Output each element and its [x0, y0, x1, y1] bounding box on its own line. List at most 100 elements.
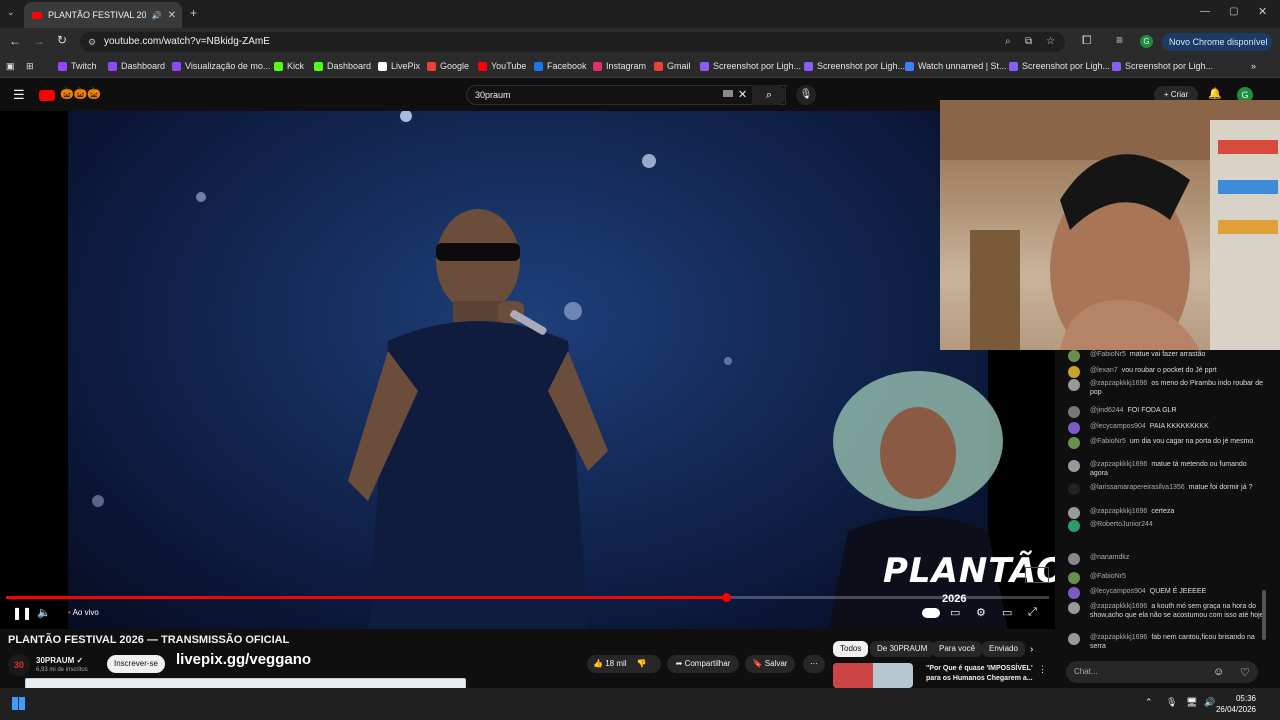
chat-message[interactable]: @FabioNr5 um dia vou cagar na porta do jé…	[1068, 437, 1264, 449]
chat-message[interactable]: @larissamarapereirasilva1356 matue foi do…	[1068, 483, 1264, 495]
bookmark-item[interactable]: Gmail	[654, 61, 691, 71]
minimize-icon[interactable]: —	[1200, 6, 1210, 17]
chat-message[interactable]: @FabioNr5 matue vai fazer arrastão	[1068, 350, 1264, 362]
chat-message[interactable]: @zapzapkkkj1696 certeza	[1068, 507, 1264, 519]
chat-message[interactable]: @FabioNr5	[1068, 572, 1264, 584]
address-bar[interactable]: ⚙ youtube.com/watch?v=NBkidg-ZAmE ⌕ ⧉ ☆	[80, 32, 1065, 52]
chat-username[interactable]: @lecycampos904	[1090, 588, 1146, 595]
tray-mic-icon[interactable]: 🎙	[1166, 697, 1177, 708]
chat-avatar[interactable]	[1068, 422, 1080, 434]
zoom-search-icon[interactable]: ⌕	[1005, 32, 1011, 52]
video-player[interactable]: PLANTÃO 2026 ❚❚ 🔈 • Ao vivo ▭ ⚙ ▭ ⤢	[0, 111, 1055, 629]
chat-message[interactable]: @lecycampos904 QUEM É JEEEEE	[1068, 587, 1264, 599]
chat-message[interactable]: @lecycampos904 PAIA KKKKKKKKK	[1068, 422, 1264, 434]
save-button[interactable]: 🔖 Salvar	[745, 655, 795, 673]
chat-username[interactable]: @zapzapkkkj1696	[1090, 461, 1147, 468]
bookmark-item[interactable]: Watch unnamed | St...	[905, 61, 1007, 71]
chrome-update-button[interactable]: Novo Chrome disponível⋮	[1162, 33, 1272, 65]
filter-chip[interactable]: De 30PRAUM	[870, 641, 935, 657]
tab-list-icon[interactable]: ⌄	[7, 7, 15, 18]
chat-username[interactable]: @lecycampos904	[1090, 423, 1146, 430]
new-tab-icon[interactable]: +	[190, 6, 197, 20]
autoplay-toggle[interactable]	[922, 608, 940, 618]
settings-gear-icon[interactable]: ⚙	[976, 606, 986, 619]
chat-username[interactable]: @zapzapkkkj1696	[1090, 380, 1147, 387]
extensions-icon[interactable]: ⧠	[1082, 33, 1092, 48]
bookmark-item[interactable]: Screenshot por Ligh...	[700, 61, 801, 71]
window-close-icon[interactable]: ✕	[1258, 5, 1267, 18]
chat-message[interactable]: @zapzapkkkj1696 matue tá metendo ou fuman…	[1068, 460, 1264, 478]
channel-avatar[interactable]: 30	[8, 654, 30, 676]
forward-icon[interactable]: →	[33, 34, 45, 48]
bookmark-item[interactable]: LivePix	[378, 61, 420, 71]
chat-username[interactable]: @FabioNr5	[1090, 573, 1126, 580]
like-count[interactable]: 18 mil	[605, 659, 626, 668]
browser-tab-active[interactable]: PLANTÃO FESTIVAL 2026 - 🔊 ✕	[24, 2, 182, 28]
super-thanks-heart-icon[interactable]: ♡	[1240, 666, 1250, 679]
bookmark-item[interactable]: Twitch	[58, 61, 97, 71]
bookmark-item[interactable]: Instagram	[593, 61, 646, 71]
chat-username[interactable]: @zapzapkkkj1696	[1090, 603, 1147, 610]
chat-avatar[interactable]	[1068, 553, 1080, 565]
emoji-icon[interactable]: ☺	[1213, 666, 1224, 678]
chat-message[interactable]: @zapzapkkkj1696 a kouth mó sem graça na h…	[1068, 602, 1264, 620]
chat-avatar[interactable]	[1068, 602, 1080, 614]
chat-scrollbar[interactable]	[1262, 590, 1266, 640]
chat-avatar[interactable]	[1068, 587, 1080, 599]
bookmark-star-icon[interactable]: ☆	[1046, 32, 1055, 52]
chat-avatar[interactable]	[1068, 483, 1080, 495]
chat-message[interactable]: @RobertoJunior244	[1068, 520, 1264, 532]
channel-name[interactable]: 30PRAUM ✓	[36, 656, 83, 665]
video-progress-bar[interactable]	[6, 593, 1049, 602]
profile-avatar[interactable]: G	[1140, 35, 1153, 48]
filter-chip[interactable]: Todos	[833, 641, 869, 657]
related-video-title[interactable]: "Por Que é quase 'IMPOSSÍVEL' para os Hu…	[926, 664, 1036, 684]
subscribe-button[interactable]: Inscrever-se	[107, 655, 165, 673]
reload-icon[interactable]: ↻	[57, 33, 67, 47]
bookmark-item[interactable]: Screenshot por Ligh...	[1112, 61, 1213, 71]
channel-watermark-icon[interactable]	[1025, 567, 1049, 583]
install-icon[interactable]: ⧉	[1025, 32, 1032, 52]
bookmark-item[interactable]: Visualização de mo...	[172, 61, 270, 71]
sidebar-toggle-icon[interactable]: ▣	[6, 61, 15, 72]
share-button[interactable]: ➦ Compartilhar	[667, 655, 739, 673]
chat-message[interactable]: @lexan7 vou roubar o pocket do Jé pprt	[1068, 366, 1264, 378]
site-info-icon[interactable]: ⚙	[88, 32, 96, 52]
bookmark-item[interactable]: Facebook	[534, 61, 587, 71]
chat-avatar[interactable]	[1068, 437, 1080, 449]
dislike-icon[interactable]: 👎	[637, 659, 647, 668]
chat-username[interactable]: @zapzapkkkj1696	[1090, 508, 1147, 515]
tab-close-icon[interactable]: ✕	[168, 10, 176, 21]
chat-username[interactable]: @zapzapkkkj1696	[1090, 634, 1147, 641]
chat-avatar[interactable]	[1068, 633, 1080, 645]
bookmark-item[interactable]: Dashboard	[108, 61, 165, 71]
chat-avatar[interactable]	[1068, 379, 1080, 391]
tray-network-icon[interactable]: 🖥	[1186, 697, 1197, 708]
chat-username[interactable]: @lexan7	[1090, 367, 1118, 374]
live-indicator[interactable]: • Ao vivo	[68, 608, 99, 617]
speaker-icon[interactable]: 🔊	[152, 11, 162, 20]
apps-grid-icon[interactable]: ⊞	[26, 61, 34, 72]
bookmark-item[interactable]: Dashboard	[314, 61, 371, 71]
filter-chip[interactable]: Para você	[932, 641, 983, 657]
chat-username[interactable]: @FabioNr5	[1090, 351, 1126, 358]
video-progress-handle[interactable]	[721, 593, 731, 602]
fullscreen-icon[interactable]: ⤢	[1028, 606, 1037, 619]
taskbar-clock[interactable]: 05:36 26/04/2026	[1216, 693, 1256, 715]
chat-input[interactable]: Chat...	[1066, 661, 1258, 683]
more-actions-icon[interactable]: ⋯	[803, 655, 825, 673]
volume-icon[interactable]: 🔈	[37, 606, 51, 619]
chips-next-icon[interactable]: ›	[1030, 644, 1033, 655]
chat-avatar[interactable]	[1068, 350, 1080, 362]
bookmark-item[interactable]: Google	[427, 61, 469, 71]
notifications-icon[interactable]: 🔔	[1208, 87, 1222, 100]
windows-start-icon[interactable]	[12, 697, 25, 710]
like-icon[interactable]: 👍	[593, 659, 603, 668]
bookmark-item[interactable]: Screenshot por Ligh...	[1009, 61, 1110, 71]
theater-mode-icon[interactable]: ▭	[1002, 606, 1012, 619]
media-control-icon[interactable]: ≡	[1116, 33, 1123, 47]
back-icon[interactable]: ←	[9, 34, 21, 48]
keyboard-icon[interactable]	[723, 90, 733, 97]
chat-message[interactable]: @zapzapkkkj1696 os meno do Pirambu indo r…	[1068, 379, 1264, 397]
tray-chevron-icon[interactable]: ⌃	[1145, 697, 1153, 708]
